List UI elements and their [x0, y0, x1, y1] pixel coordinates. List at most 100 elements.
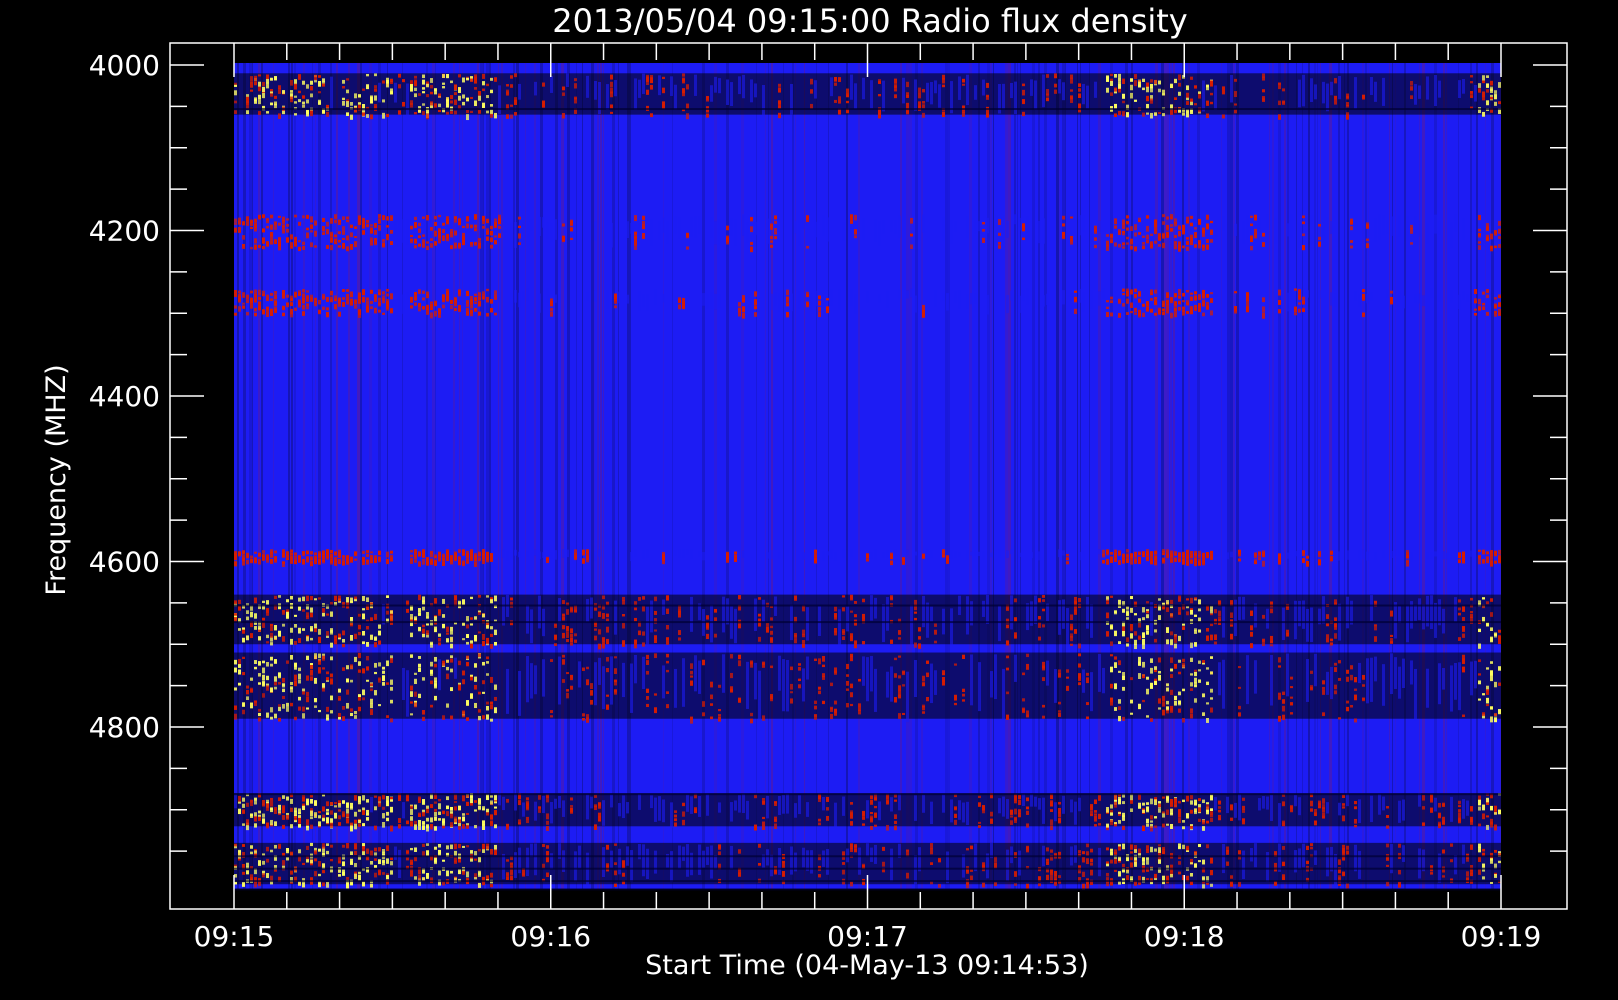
band-cell [1018, 813, 1021, 818]
band-cell [270, 625, 273, 632]
band-cell [1066, 608, 1069, 647]
band-cell [1478, 628, 1481, 633]
band-cell [1358, 662, 1361, 684]
band-cell [1334, 617, 1337, 622]
band-cell [338, 219, 341, 223]
band-cell [366, 641, 369, 647]
band-cell [310, 219, 313, 223]
band-cell [1090, 813, 1093, 817]
streak [768, 63, 769, 889]
band-cell [494, 696, 497, 701]
band-cell [1382, 796, 1385, 811]
band-cell [1302, 296, 1305, 301]
band-cell [422, 821, 425, 825]
band-cell [1458, 80, 1461, 99]
band-cell [1022, 708, 1025, 713]
band-cell [1202, 560, 1205, 566]
band-cell [1350, 240, 1353, 243]
band-cell [806, 215, 809, 220]
band-cell [262, 290, 265, 296]
band-cell [462, 710, 465, 715]
band-cell [1174, 307, 1177, 312]
band-cell [642, 73, 645, 94]
band-cell [278, 808, 281, 814]
band-cell [1026, 806, 1029, 810]
band-cell [1114, 610, 1117, 614]
band-cell [986, 113, 989, 118]
band-cell [306, 595, 309, 602]
band-cell [894, 820, 897, 825]
band-cell [234, 600, 237, 605]
band-cell [1366, 551, 1369, 561]
band-cell [1374, 218, 1377, 242]
band-cell [798, 684, 801, 689]
band-cell [418, 561, 421, 567]
band-cell [942, 113, 945, 116]
band-cell [354, 235, 357, 239]
band-cell [478, 594, 481, 598]
band-cell [1494, 90, 1497, 94]
band-cell [710, 85, 713, 102]
band-cell [1254, 555, 1257, 559]
band-cell [426, 215, 429, 221]
band-cell [1262, 306, 1265, 313]
band-cell [462, 94, 465, 99]
band-cell [646, 670, 649, 675]
band-cell [306, 691, 309, 697]
band-cell [1290, 712, 1293, 715]
band-cell [1110, 625, 1113, 629]
band-cell [386, 113, 389, 118]
band-cell [1238, 686, 1241, 689]
band-cell [1490, 627, 1493, 632]
band-cell [326, 307, 329, 311]
frequency-band [234, 652, 1501, 724]
band-cell [546, 813, 549, 820]
band-cell [534, 81, 537, 96]
band-cell [1142, 304, 1145, 307]
band-cell [1198, 818, 1201, 822]
band-cell [1494, 681, 1497, 688]
band-cell [242, 627, 245, 630]
band-cell [314, 230, 317, 237]
band-cell [814, 290, 817, 307]
band-cell [298, 559, 301, 563]
band-cell [778, 552, 781, 559]
band-cell [382, 821, 385, 828]
band-cell [1170, 228, 1173, 232]
streak [288, 63, 290, 889]
band-cell [394, 82, 397, 103]
band-cell [1198, 560, 1201, 566]
band-cell [266, 634, 269, 639]
band-cell [550, 298, 553, 303]
band-cell [1170, 808, 1173, 814]
band-cell [290, 558, 293, 564]
band-cell [1486, 294, 1489, 299]
band-cell [610, 222, 613, 248]
band-cell [882, 80, 885, 112]
band-cell [1166, 809, 1169, 815]
band-cell [666, 691, 669, 695]
band-cell [486, 701, 489, 705]
band-cell [490, 225, 493, 230]
band-cell [510, 223, 513, 249]
band-cell [1138, 637, 1141, 640]
band-cell [1170, 613, 1173, 618]
band-cell [1278, 100, 1281, 106]
streak [1110, 63, 1113, 889]
band-cell [1486, 83, 1489, 88]
band-cell [1250, 610, 1253, 616]
band-cell [1438, 221, 1441, 235]
band-cell [1006, 655, 1009, 659]
band-cell [250, 220, 253, 227]
band-cell [238, 682, 241, 686]
band-cell [494, 221, 497, 227]
band-cell [258, 712, 261, 717]
streak [1008, 63, 1011, 889]
band-cell [818, 690, 821, 695]
band-cell [1110, 551, 1113, 555]
band-cell [1322, 686, 1325, 690]
band-cell [246, 635, 249, 641]
band-cell [862, 813, 865, 819]
band-cell [462, 795, 465, 802]
band-cell [754, 662, 757, 700]
